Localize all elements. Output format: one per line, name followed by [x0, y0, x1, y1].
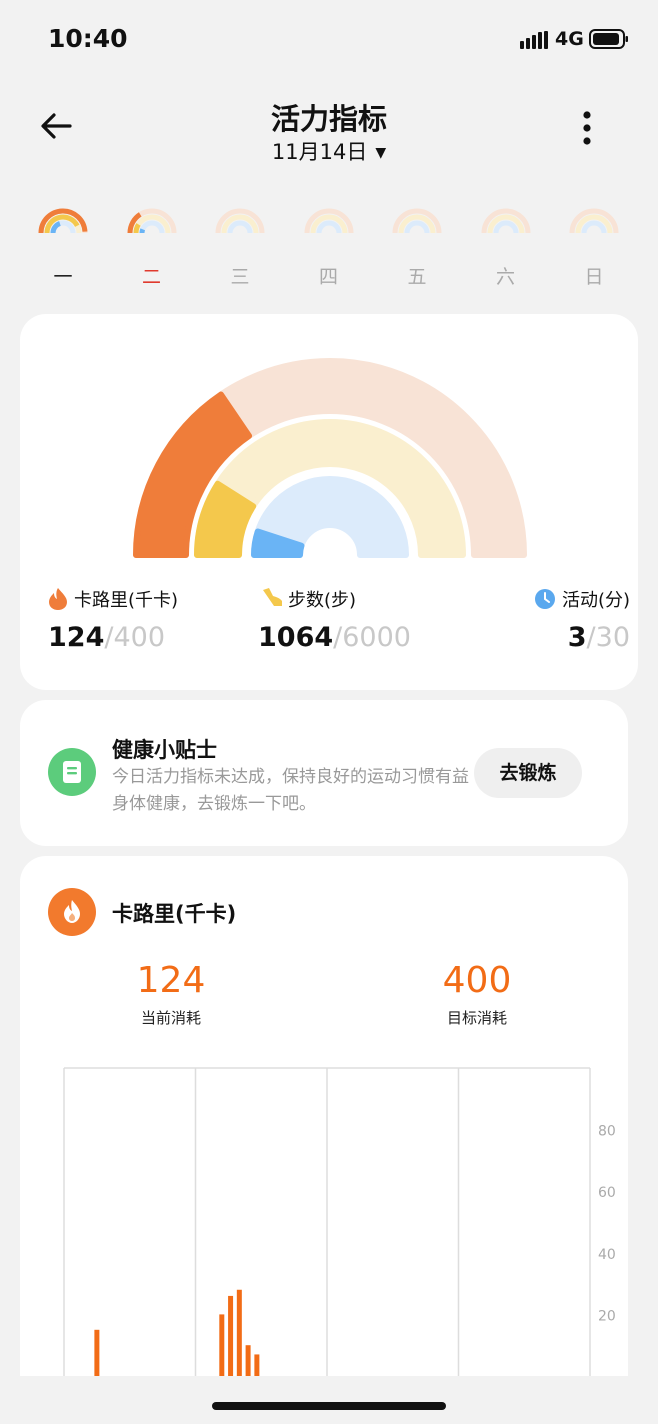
date-label: 11月14日 [271, 140, 368, 164]
chart-bar [245, 1345, 251, 1376]
steps-current: 1064 [258, 622, 334, 653]
steps-goal: /6000 [333, 622, 411, 653]
status-time: 10:40 [48, 24, 128, 53]
calories-section-title: 卡路里(千卡) [112, 902, 237, 926]
signal-icon [520, 31, 548, 49]
mini-rings-icon [304, 208, 353, 234]
goal-consumption-label: 目标消耗 [446, 1009, 507, 1027]
weekday-label: 一 [53, 266, 73, 288]
chart-bar [254, 1354, 260, 1376]
activity-rings-gauge [133, 358, 527, 558]
weekday-5[interactable]: 五 [382, 200, 452, 290]
weekday-label: 四 [318, 266, 338, 288]
more-icon[interactable] [572, 108, 602, 148]
weekday-label: 五 [407, 266, 427, 288]
network-type: 4G [555, 28, 584, 50]
weekday-2[interactable]: 二 [117, 200, 187, 290]
y-tick-label: 60 [598, 1185, 616, 1201]
chart-bar [94, 1329, 100, 1376]
weekday-label: 三 [230, 266, 250, 288]
weekday-6[interactable]: 六 [471, 200, 541, 290]
steps-label: 步数(步) [288, 590, 357, 611]
flame-icon [48, 888, 96, 936]
calories-card: 卡路里(千卡) 124 当前消耗 400 目标消耗 80 60 40 20 [20, 856, 628, 1376]
chart-bar [219, 1314, 225, 1376]
go-exercise-button[interactable]: 去锻炼 [474, 748, 582, 798]
tip-title: 健康小贴士 [112, 738, 217, 762]
tip-note-icon [48, 748, 96, 796]
weekday-1[interactable]: 一 [28, 200, 98, 290]
clock-icon [534, 589, 555, 609]
chart-bar [228, 1295, 234, 1376]
weekday-7[interactable]: 日 [559, 200, 629, 290]
activity-current: 3 [567, 622, 587, 653]
calories-metric: 卡路里(千卡) 124/400 [48, 586, 238, 653]
activity-metric: 活动(分) 3/30 [440, 586, 630, 653]
mini-rings-icon [127, 208, 176, 234]
weekday-3[interactable]: 三 [205, 200, 275, 290]
caret-down-icon: ▼ [375, 145, 387, 161]
week-selector: 一二三四五六日 [20, 200, 638, 290]
current-consumption: 124 当前消耗 [96, 960, 246, 1028]
steps-metric: 步数(步) 1064/6000 [258, 586, 448, 653]
status-bar: 10:40 4G [0, 0, 658, 80]
calories-goal: /400 [104, 622, 166, 653]
flame-icon [49, 588, 67, 610]
battery-icon [589, 29, 628, 49]
health-tip-card: 健康小贴士 今日活力指标未达成，保持良好的运动习惯有益身体健康，去锻炼一下吧。 … [20, 700, 628, 846]
mini-rings-icon [215, 208, 265, 234]
header: 活力指标 11月14日 ▼ [0, 90, 658, 180]
weekday-label: 日 [584, 266, 604, 288]
calories-current: 124 [48, 622, 105, 653]
weekday-label: 二 [141, 266, 161, 288]
date-picker[interactable]: 11月14日 ▼ [0, 136, 658, 166]
mini-rings-icon [38, 208, 88, 234]
weekday-label: 六 [495, 266, 515, 288]
activity-label: 活动(分) [561, 590, 630, 611]
summary-card: 卡路里(千卡) 124/400 步数(步) 1064/6000 活动(分) 3/… [20, 314, 638, 690]
page-title: 活力指标 [270, 102, 387, 136]
tip-text: 今日活力指标未达成，保持良好的运动习惯有益身体健康，去锻炼一下吧。 [112, 767, 469, 814]
mini-rings-icon [569, 208, 619, 234]
goal-consumption-value: 400 [442, 960, 512, 1001]
y-tick-label: 40 [598, 1247, 616, 1263]
activity-goal: /30 [586, 622, 630, 653]
y-tick-label: 20 [598, 1308, 616, 1324]
mini-rings-icon [481, 208, 530, 234]
mini-rings-icon [392, 208, 442, 234]
weekday-4[interactable]: 四 [294, 200, 364, 290]
goal-consumption: 400 目标消耗 [402, 960, 552, 1028]
shoe-icon [263, 588, 282, 606]
home-indicator[interactable] [212, 1402, 446, 1410]
current-consumption-value: 124 [136, 960, 206, 1001]
current-consumption-label: 当前消耗 [140, 1009, 201, 1027]
calories-bar-chart: 80 60 40 20 [63, 1067, 616, 1376]
chart-bar [236, 1289, 242, 1376]
calories-label: 卡路里(千卡) [74, 590, 179, 611]
y-tick-label: 80 [598, 1124, 616, 1140]
